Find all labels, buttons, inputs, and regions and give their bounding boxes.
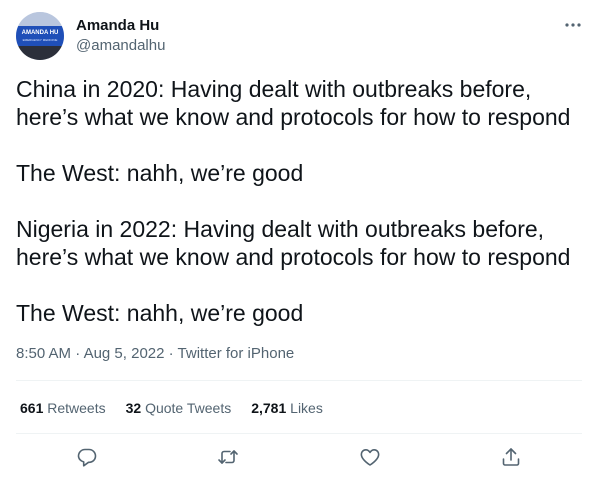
heart-icon[interactable] (359, 446, 381, 468)
avatar-banner-text: AMANDA HU (22, 30, 59, 36)
retweets-stat[interactable]: 661 Retweets (20, 398, 106, 418)
divider (16, 380, 582, 381)
tweet-paragraph: Nigeria in 2022: Having dealt with outbr… (16, 216, 571, 270)
meta-separator: · (71, 345, 84, 362)
avatar[interactable]: AMANDA HU EMERGENCY MEDICINE (16, 12, 64, 60)
quote-tweets-label: Quote Tweets (145, 400, 232, 416)
tweet-source[interactable]: Twitter for iPhone (178, 345, 295, 362)
meta-separator: · (164, 345, 178, 362)
tweet-text: China in 2020: Having dealt with outbrea… (16, 75, 586, 355)
retweet-icon[interactable] (217, 446, 239, 468)
share-icon[interactable] (500, 446, 522, 468)
likes-stat[interactable]: 2,781 Likes (251, 398, 323, 418)
tweet-actions (0, 434, 598, 480)
reply-icon[interactable] (76, 446, 98, 468)
more-horizontal-icon[interactable] (562, 14, 584, 36)
retweets-label: Retweets (47, 400, 106, 416)
tweet-time[interactable]: 8:50 AM (16, 345, 71, 362)
author-name[interactable]: Amanda Hu (76, 16, 159, 36)
tweet-stats: 661 Retweets 32 Quote Tweets 2,781 Likes (20, 398, 323, 418)
avatar-sub-text: EMERGENCY MEDICINE (23, 38, 58, 42)
tweet-date[interactable]: Aug 5, 2022 (84, 345, 165, 362)
avatar-image: AMANDA HU EMERGENCY MEDICINE (16, 12, 64, 60)
tweet-paragraph: China in 2020: Having dealt with outbrea… (16, 76, 571, 130)
quote-tweets-stat[interactable]: 32 Quote Tweets (126, 398, 232, 418)
retweets-count: 661 (20, 400, 44, 416)
tweet-card: AMANDA HU EMERGENCY MEDICINE Amanda Hu @… (0, 0, 598, 481)
author-handle[interactable]: @amandalhu (76, 37, 165, 55)
likes-label: Likes (290, 400, 323, 416)
tweet-paragraph: The West: nahh, we’re good (16, 160, 304, 186)
tweet-meta: 8:50 AM · Aug 5, 2022 · Twitter for iPho… (16, 344, 294, 364)
likes-count: 2,781 (251, 400, 287, 416)
quote-tweets-count: 32 (125, 400, 142, 416)
tweet-paragraph: The West: nahh, we’re good (16, 300, 304, 326)
